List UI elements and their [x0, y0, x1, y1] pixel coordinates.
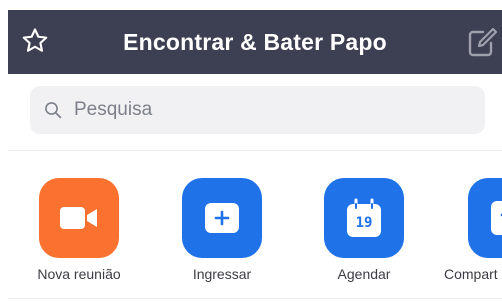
header-bar: Encontrar & Bater Papo: [8, 10, 502, 74]
join-button[interactable]: [182, 178, 262, 258]
share-screen-label: Compart: [444, 266, 498, 282]
section-divider: [8, 150, 502, 151]
new-meeting-button[interactable]: [39, 178, 119, 258]
search-input[interactable]: [74, 86, 474, 134]
plus-icon: [205, 203, 239, 233]
video-camera-icon: [60, 207, 97, 229]
bottom-divider: [8, 298, 502, 299]
new-meeting-label: Nova reunião: [37, 266, 121, 282]
join-label: Ingressar: [192, 266, 252, 282]
share-icon: [491, 201, 502, 235]
calendar-icon: 19: [346, 198, 382, 238]
page-title: Encontrar & Bater Papo: [123, 29, 387, 55]
calendar-day: 19: [355, 215, 373, 231]
schedule-label: Agendar: [337, 266, 391, 282]
app-window: Encontrar & Bater Papo Nova reunião Ingr…: [0, 0, 502, 302]
search-box[interactable]: [30, 86, 485, 134]
schedule-button[interactable]: 19: [324, 178, 404, 258]
edit-icon[interactable]: [466, 28, 498, 58]
search-icon: [45, 102, 62, 119]
share-screen-button[interactable]: [468, 178, 502, 258]
